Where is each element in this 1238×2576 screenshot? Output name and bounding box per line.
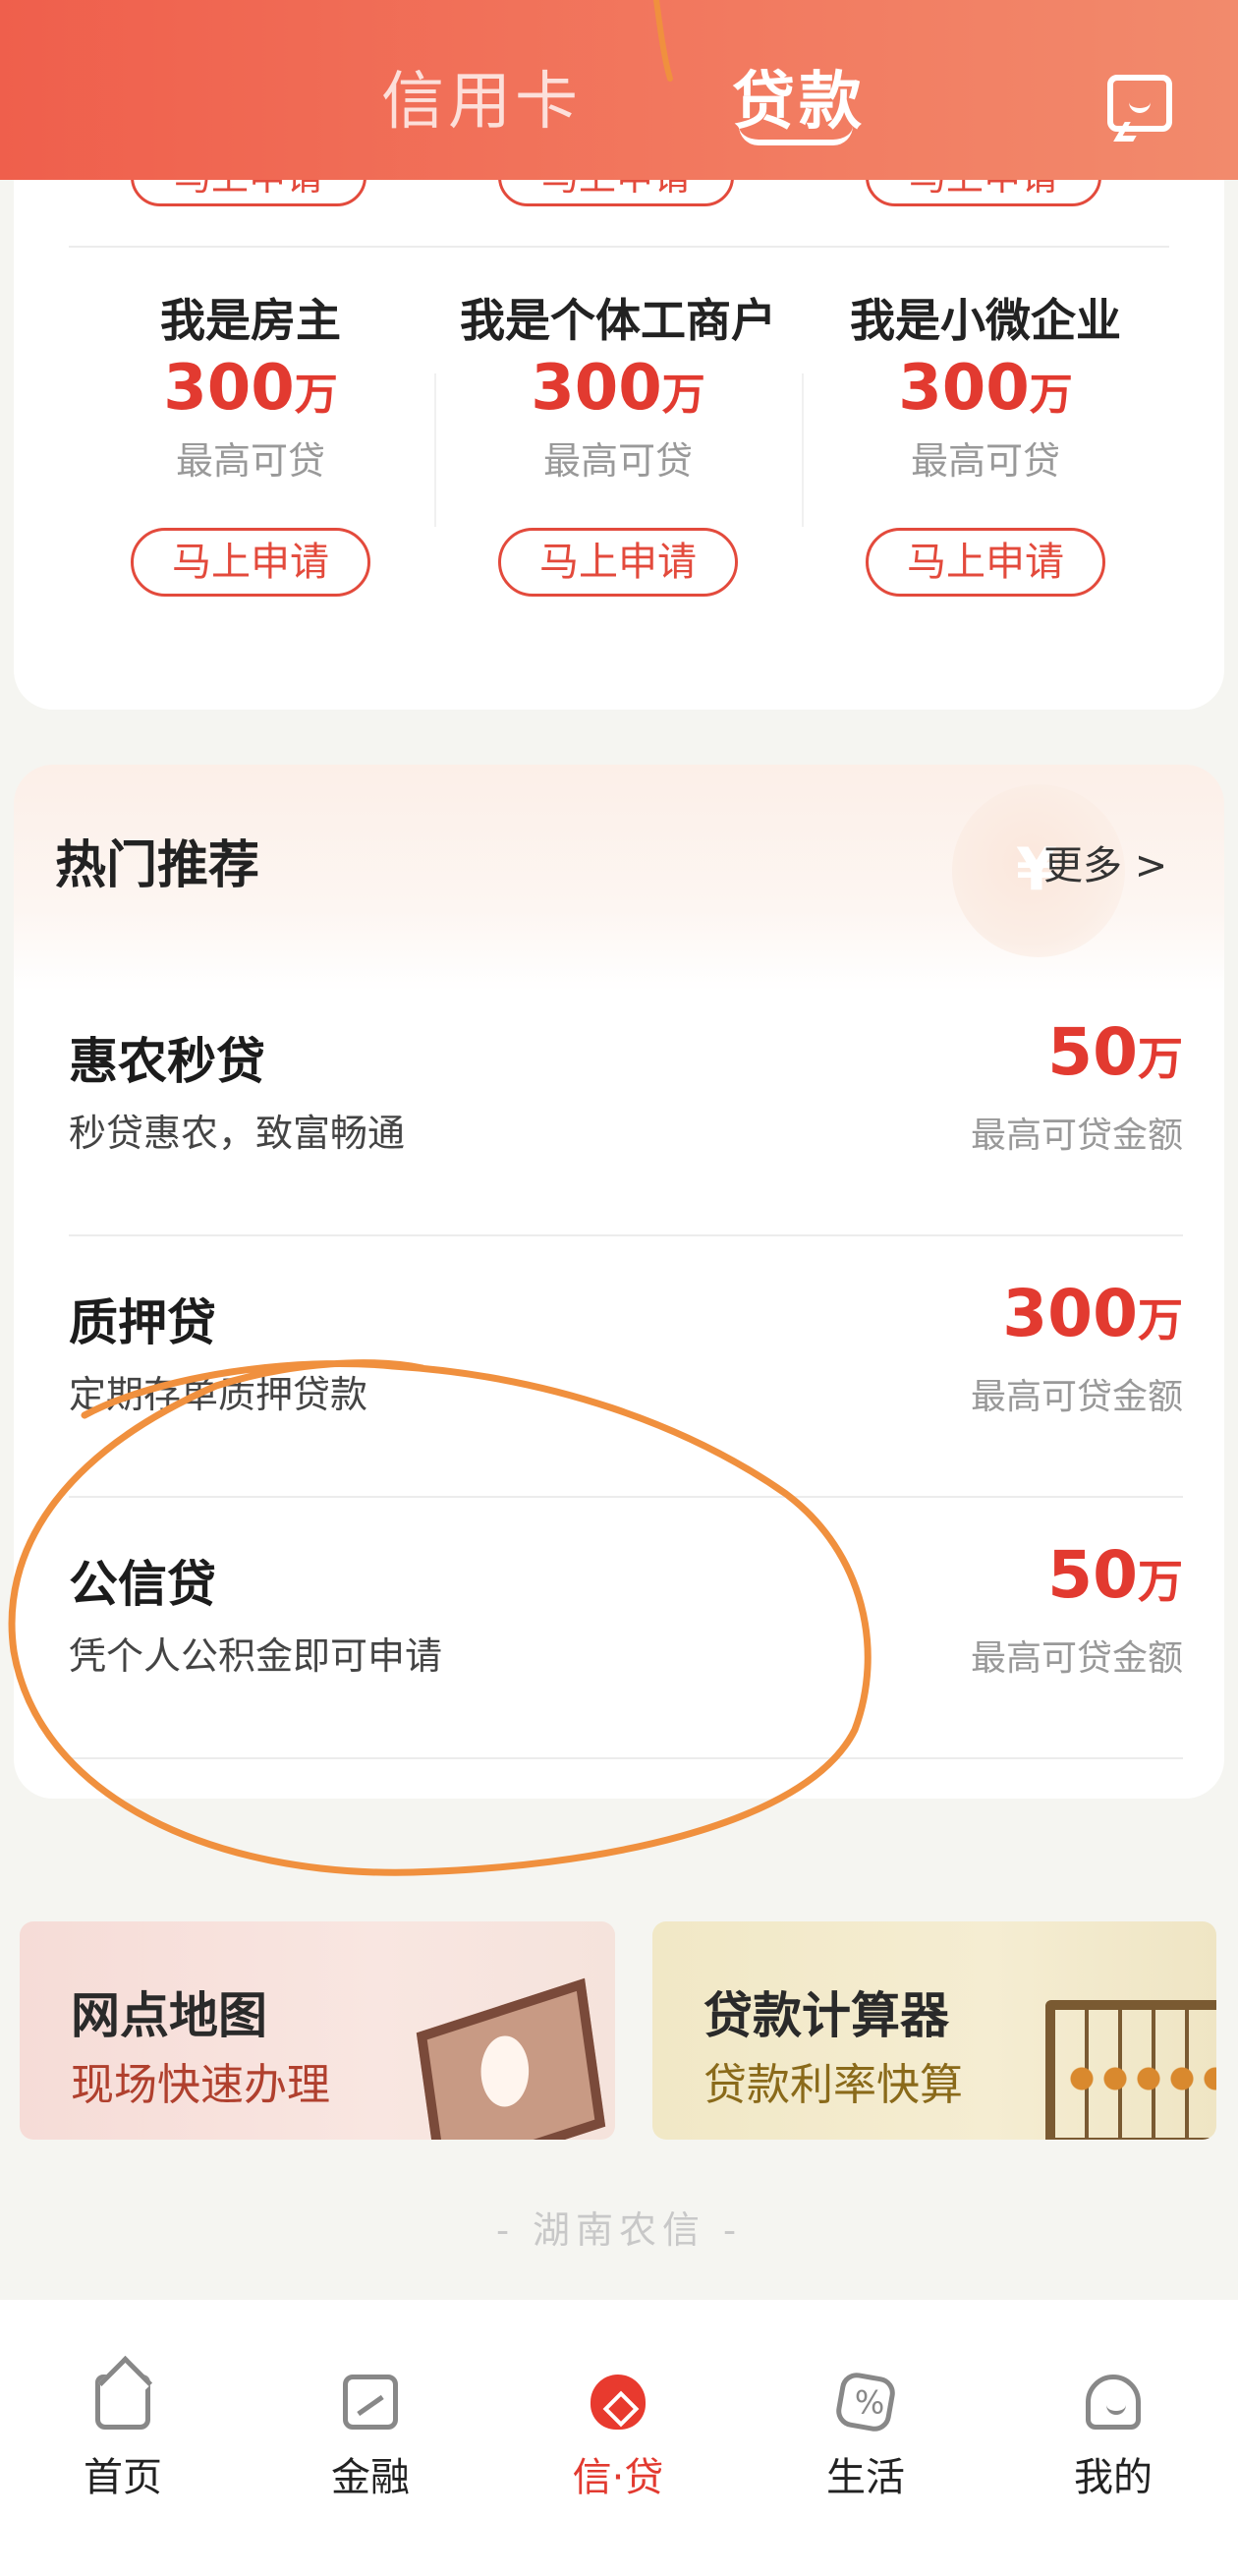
section-title: 热门推荐 bbox=[55, 836, 260, 895]
nav-label: 金融 bbox=[331, 2455, 410, 2500]
apply-button[interactable]: 马上申请 bbox=[866, 528, 1105, 597]
nav-label: 生活 bbox=[826, 2455, 905, 2500]
apply-button[interactable]: 马上申请 bbox=[131, 528, 370, 597]
category-title: 我是小微企业 bbox=[850, 294, 1121, 347]
loan-page: 马上申请 马上申请 马上申请 我是房主 300万 最高可贷 马上申请 我是个体工… bbox=[0, 0, 1238, 2576]
category-homeowner[interactable]: 我是房主 300万 最高可贷 马上申请 bbox=[67, 285, 434, 597]
brand-footer: - 湖南农信 - bbox=[496, 2208, 742, 2252]
bottom-nav: 首页 金融 信·贷 生活 我的 bbox=[0, 2300, 1238, 2576]
product-item[interactable]: 质押贷 定期存单质押贷款 300万 最高可贷金额 bbox=[69, 1236, 1183, 1498]
banner-subtitle: 现场快速办理 bbox=[71, 2060, 330, 2110]
loan-calculator-banner[interactable]: 贷款计算器 贷款利率快算 bbox=[652, 1921, 1216, 2140]
nav-life[interactable]: 生活 bbox=[767, 2370, 964, 2502]
nav-home[interactable]: 首页 bbox=[25, 2375, 221, 2502]
nav-label: 信·贷 bbox=[572, 2455, 664, 2500]
category-sub: 最高可贷 bbox=[542, 439, 693, 483]
nav-mine[interactable]: 我的 bbox=[1015, 2375, 1211, 2502]
banner-subtitle: 贷款利率快算 bbox=[703, 2060, 963, 2110]
top-header: 信用卡 贷款 bbox=[0, 0, 1238, 180]
nav-loan[interactable]: 信·贷 bbox=[520, 2375, 716, 2502]
product-amount: 50万 bbox=[1047, 1537, 1183, 1613]
category-amount: 300万 bbox=[898, 352, 1073, 425]
product-amount-label: 最高可贷金额 bbox=[970, 1116, 1183, 1156]
category-amount: 300万 bbox=[163, 352, 338, 425]
nav-label: 首页 bbox=[84, 2455, 162, 2500]
banner-title: 网点地图 bbox=[71, 1987, 267, 2044]
branch-map-banner[interactable]: 网点地图 现场快速办理 bbox=[20, 1921, 615, 2140]
nav-finance[interactable]: 金融 bbox=[272, 2375, 469, 2502]
active-tab-indicator bbox=[739, 126, 853, 145]
profile-icon bbox=[1086, 2375, 1141, 2430]
product-item[interactable]: 惠农秒贷 秒贷惠农，致富畅通 50万 最高可贷金额 bbox=[69, 975, 1183, 1236]
product-amount: 50万 bbox=[1047, 1014, 1183, 1090]
product-desc: 秒贷惠农，致富畅通 bbox=[69, 1112, 406, 1155]
nav-label: 我的 bbox=[1074, 2455, 1153, 2500]
divider bbox=[69, 246, 1169, 248]
product-desc: 定期存单质押贷款 bbox=[69, 1373, 368, 1416]
divider bbox=[69, 1757, 1183, 1759]
product-amount-label: 最高可贷金额 bbox=[970, 1638, 1183, 1679]
product-amount: 300万 bbox=[1002, 1276, 1183, 1351]
category-title: 我是个体工商户 bbox=[460, 294, 776, 347]
map-illustration-icon bbox=[416, 1977, 606, 2140]
category-amount: 300万 bbox=[531, 352, 705, 425]
tab-credit-card[interactable]: 信用卡 bbox=[381, 51, 582, 142]
finance-icon bbox=[343, 2375, 398, 2430]
product-name: 惠农秒贷 bbox=[69, 1033, 265, 1090]
home-icon bbox=[95, 2375, 150, 2430]
category-title: 我是房主 bbox=[160, 294, 341, 347]
loan-bag-icon bbox=[591, 2375, 646, 2430]
product-name: 质押贷 bbox=[69, 1294, 216, 1351]
product-item[interactable]: 公信贷 凭个人公积金即可申请 50万 最高可贷金额 bbox=[69, 1498, 1183, 1759]
product-desc: 凭个人公积金即可申请 bbox=[69, 1634, 443, 1678]
category-sub: 最高可贷 bbox=[910, 439, 1060, 483]
hot-recommendation-card: ¥ 热门推荐 更多 > 惠农秒贷 秒贷惠农，致富畅通 50万 最高可贷金额 质押… bbox=[14, 765, 1224, 1799]
abacus-icon bbox=[1045, 2000, 1216, 2140]
banner-title: 贷款计算器 bbox=[703, 1987, 949, 2044]
apply-button[interactable]: 马上申请 bbox=[498, 528, 738, 597]
more-link[interactable]: 更多 > bbox=[1043, 833, 1167, 890]
product-name: 公信贷 bbox=[69, 1556, 216, 1613]
category-small-business[interactable]: 我是小微企业 300万 最高可贷 马上申请 bbox=[802, 285, 1169, 597]
category-sub: 最高可贷 bbox=[175, 439, 325, 483]
category-individual-business[interactable]: 我是个体工商户 300万 最高可贷 马上申请 bbox=[434, 285, 802, 597]
life-icon bbox=[833, 2370, 898, 2434]
product-amount-label: 最高可贷金额 bbox=[970, 1377, 1183, 1417]
message-icon[interactable] bbox=[1107, 75, 1172, 132]
